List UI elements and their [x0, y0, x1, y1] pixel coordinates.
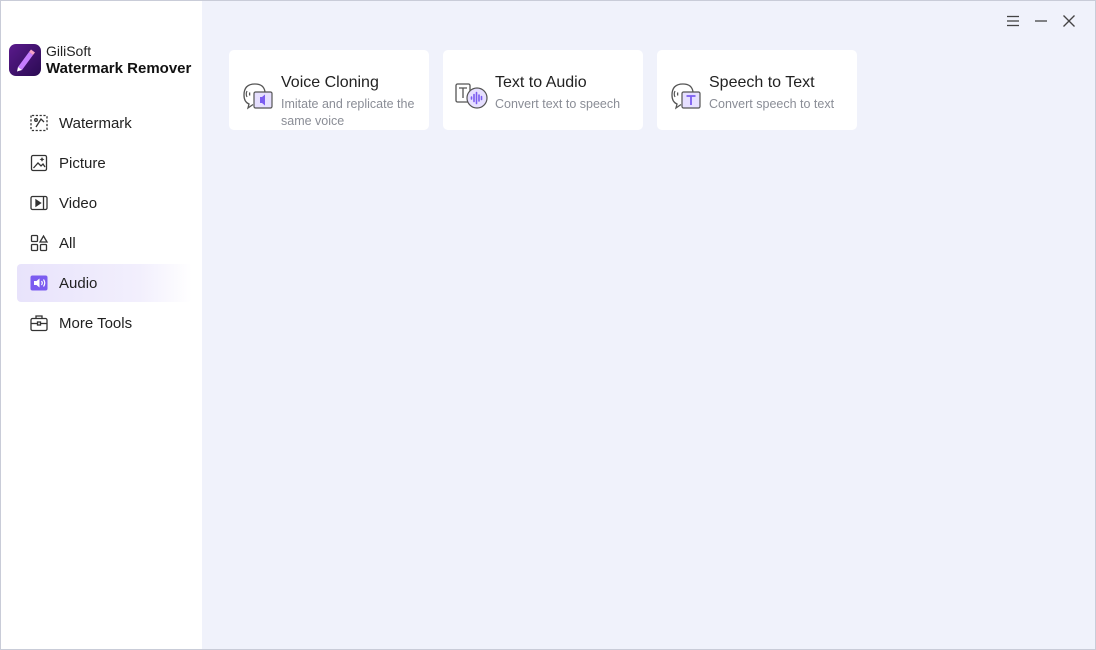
voice-cloning-card[interactable]: Voice Cloning Imitate and replicate the … [229, 50, 429, 130]
card-description: Convert text to speech [495, 97, 621, 111]
watermark-icon [29, 113, 49, 133]
audio-tools: Voice Cloning Imitate and replicate the … [229, 50, 871, 130]
menu-button[interactable] [999, 13, 1027, 33]
app-window: GiliSoft Watermark Remover Watermark Pic… [0, 0, 1096, 650]
video-icon [29, 193, 49, 213]
app-logo-icon [9, 44, 41, 76]
sidebar-item-more-tools[interactable]: More Tools [17, 304, 192, 342]
sidebar-item-audio[interactable]: Audio [17, 264, 192, 302]
sidebar-item-label: Watermark [59, 114, 132, 132]
minimize-icon [1034, 14, 1048, 33]
product-name: Watermark Remover [46, 60, 192, 77]
card-title: Voice Cloning [281, 74, 379, 91]
sidebar-item-picture[interactable]: Picture [17, 144, 192, 182]
text-to-audio-icon [454, 80, 488, 110]
brand-name: GiliSoft [46, 43, 92, 59]
sidebar-item-label: Picture [59, 154, 106, 172]
sidebar-item-label: All [59, 234, 76, 252]
brand: GiliSoft Watermark Remover [9, 43, 191, 77]
sidebar-item-label: Video [59, 194, 98, 212]
picture-icon [29, 153, 49, 173]
sidebar-item-label: Audio [59, 274, 98, 292]
close-button[interactable] [1055, 13, 1083, 33]
sidebar: GiliSoft Watermark Remover Watermark Pic… [1, 1, 202, 649]
close-icon [1062, 14, 1076, 33]
speech-to-text-card[interactable]: Speech to Text Convert speech to text [657, 50, 857, 130]
sidebar-item-label: More Tools [59, 314, 133, 332]
minimize-button[interactable] [1027, 13, 1055, 33]
card-title: Text to Audio [495, 74, 587, 91]
text-to-audio-card[interactable]: Text to Audio Convert text to speech [443, 50, 643, 130]
sidebar-item-video[interactable]: Video [17, 184, 192, 222]
card-description: Imitate and replicate the same voice [281, 97, 415, 128]
card-description: Convert speech to text [709, 97, 835, 111]
window-controls [999, 13, 1083, 33]
sidebar-item-all[interactable]: All [17, 224, 192, 262]
sidebar-item-watermark[interactable]: Watermark [17, 104, 192, 142]
speech-to-text-icon [668, 80, 702, 110]
menu-icon [1006, 14, 1020, 33]
sidebar-nav: Watermark Picture Video All Audio More T… [17, 104, 192, 344]
audio-icon [29, 273, 49, 293]
toolbox-icon [29, 313, 49, 333]
voice-cloning-icon [240, 80, 274, 110]
all-grid-icon [29, 233, 49, 253]
card-title: Speech to Text [709, 74, 815, 91]
